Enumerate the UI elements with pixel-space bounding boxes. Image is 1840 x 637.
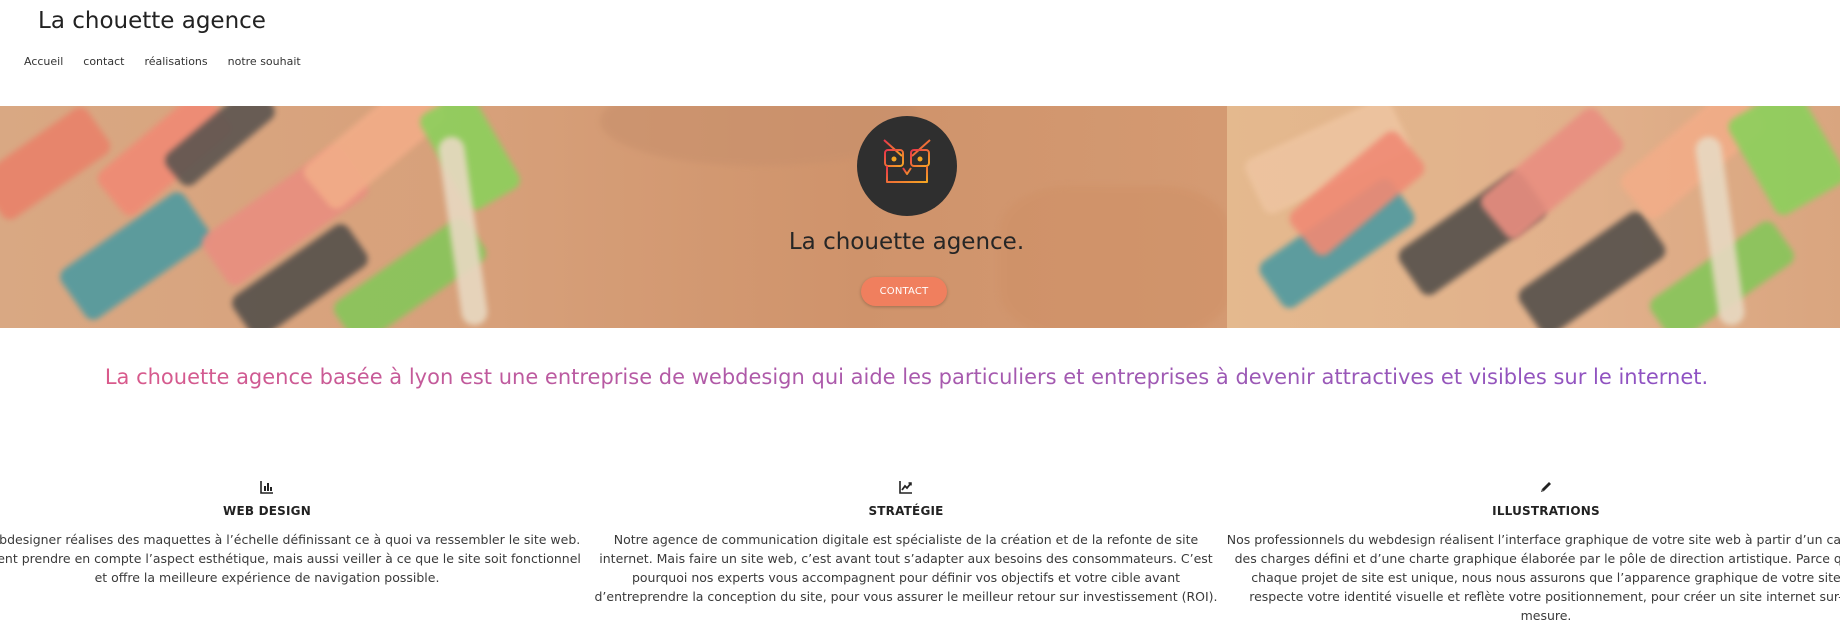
feature-title: STRATÉGIE <box>868 504 944 518</box>
hero-background-image <box>0 106 1227 328</box>
feature-illustrations: ILLUSTRATIONS Nos professionnels du webd… <box>1226 480 1840 625</box>
feature-text: Nos professionnels du webdesign réalisen… <box>1226 532 1840 623</box>
feature-text: Notre agence de communication digitale e… <box>594 532 1218 604</box>
main-nav: Accueil contact réalisations notre souha… <box>24 55 301 68</box>
feature-title: WEB DESIGN <box>223 504 311 518</box>
nav-item-notre-souhait[interactable]: notre souhait <box>228 55 301 68</box>
owl-logo <box>857 116 957 216</box>
owl-logo-icon <box>883 139 931 191</box>
feature-text: Nos webdesigner réalises des maquettes à… <box>0 532 581 585</box>
feature-web-design: WEB DESIGN Nos webdesigner réalises des … <box>0 480 587 587</box>
hero-banner: La chouette agence. CONTACT <box>0 106 1840 328</box>
bar-chart-icon <box>260 481 273 494</box>
contact-button[interactable]: CONTACT <box>861 277 947 306</box>
line-chart-icon <box>899 481 912 494</box>
nav-item-realisations[interactable]: réalisations <box>144 55 207 68</box>
feature-title: ILLUSTRATIONS <box>1492 504 1600 518</box>
hero-title: La chouette agence. <box>788 229 1025 255</box>
pencil-icon <box>1541 482 1551 492</box>
hero-background-image-right <box>1227 106 1840 328</box>
feature-strategie: STRATÉGIE Notre agence de communication … <box>586 480 1226 606</box>
nav-item-contact[interactable]: contact <box>83 55 124 68</box>
site-title[interactable]: La chouette agence <box>38 8 266 34</box>
nav-item-accueil[interactable]: Accueil <box>24 55 63 68</box>
tagline: La chouette agence basée à lyon est une … <box>0 365 1813 389</box>
